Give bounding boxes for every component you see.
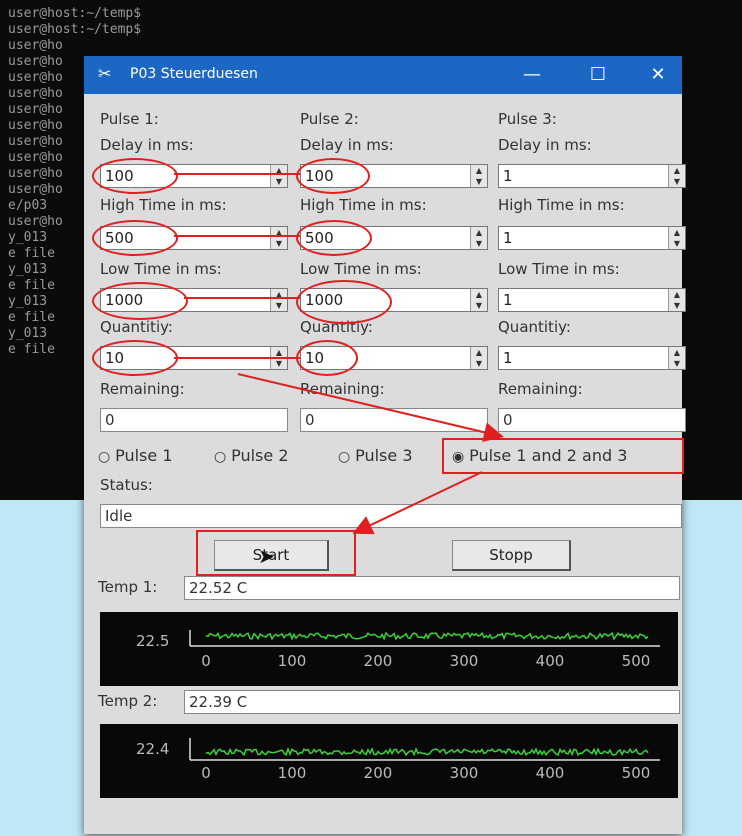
annotation-arrows [174,173,504,535]
annotation-arrow [237,373,504,443]
annotation-arrow [352,471,483,535]
